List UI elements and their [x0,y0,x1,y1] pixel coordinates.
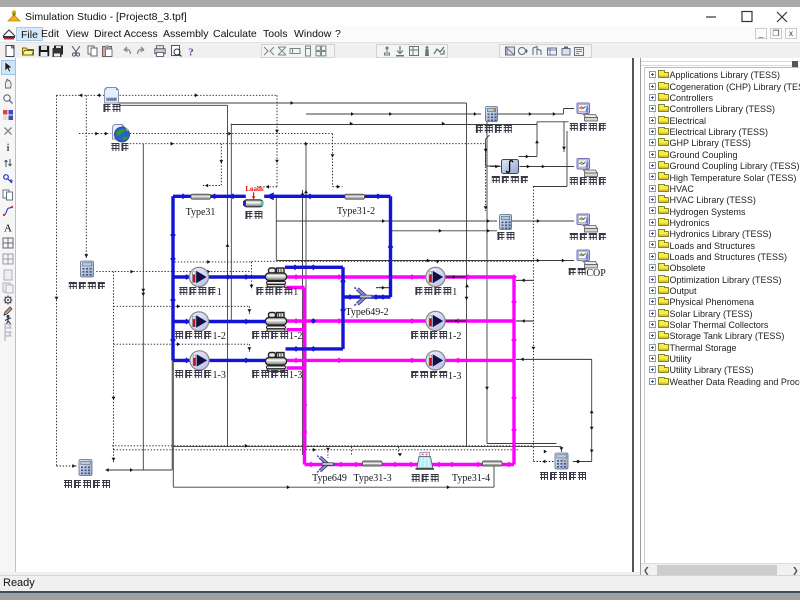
svg-text:i: i [7,143,10,153]
svg-text:USER: USER [107,98,117,102]
svg-text:A: A [4,223,12,234]
svg-text:?: ? [188,47,194,58]
